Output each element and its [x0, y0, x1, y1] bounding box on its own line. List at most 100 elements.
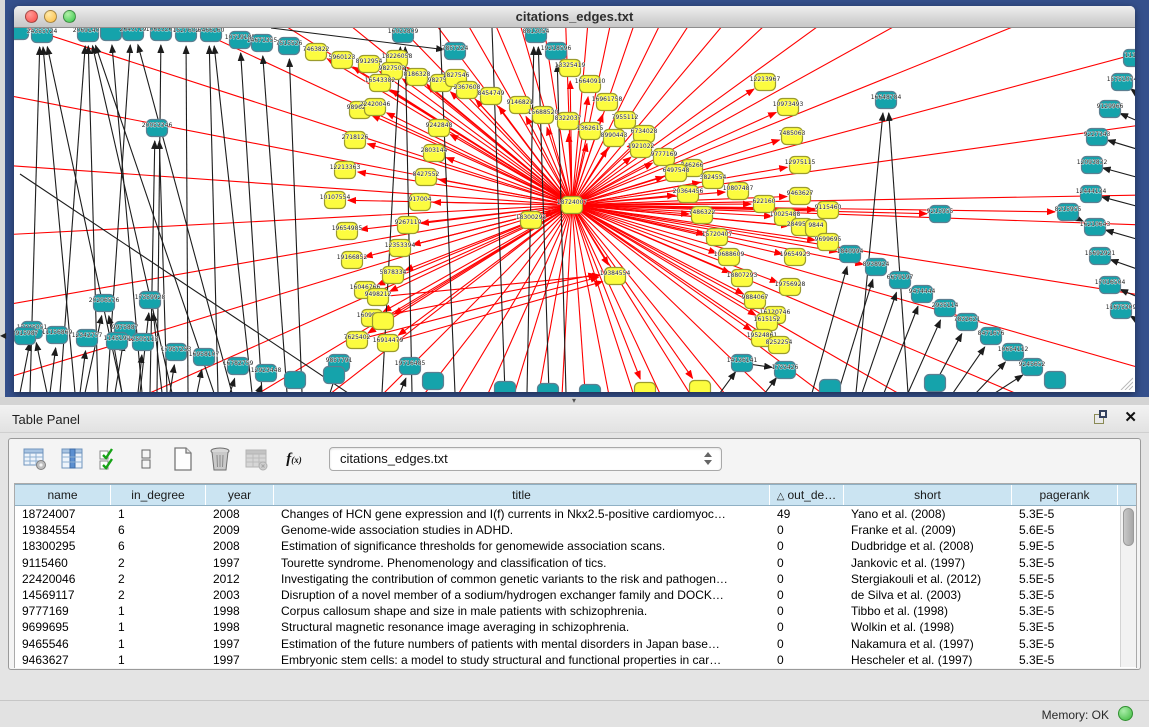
network-file-select[interactable]: citations_edges.txt — [329, 447, 722, 471]
close-panel-icon[interactable]: ✕ — [1124, 410, 1137, 426]
graph-node-label: 2718126 — [342, 134, 369, 141]
graph-node-label: 9463627 — [787, 190, 814, 197]
column-header-in_degree[interactable]: in_degree — [111, 485, 206, 505]
column-header-out_de[interactable]: △out_de… — [770, 485, 844, 505]
graph-edge-black — [1102, 197, 1135, 207]
table-cell: 1 — [111, 636, 206, 652]
table-row[interactable]: 977716911998Corpus callosum shape and si… — [15, 603, 1136, 619]
graph-edge-black — [197, 370, 202, 392]
graph-node[interactable] — [820, 380, 841, 393]
graph-node[interactable] — [538, 384, 559, 393]
table-row[interactable]: 946554611997Estimation of the future num… — [15, 636, 1136, 652]
window-titlebar[interactable]: citations_edges.txt — [14, 6, 1135, 28]
graph-node-label: 20053346 — [142, 122, 173, 129]
table-scrollbar-thumb[interactable] — [1123, 508, 1134, 546]
graph-edge-red — [572, 205, 782, 254]
graph-node-label: 9844 — [808, 222, 823, 229]
graph-node-label: 8813054 — [523, 28, 550, 35]
graph-node-label: 12213363 — [330, 164, 361, 171]
table-scrollbar[interactable] — [1120, 506, 1136, 667]
memory-status-indicator[interactable] — [1118, 706, 1133, 721]
table-row[interactable]: 946362711997Embryonic stem cells: a mode… — [15, 652, 1136, 668]
graph-node[interactable] — [495, 382, 516, 393]
graph-node-label: 19716485 — [395, 360, 426, 367]
table-cell: Nakamura et al. (1997) — [844, 636, 1012, 652]
graph-node[interactable] — [1045, 372, 1066, 389]
table-row[interactable]: 969969511998Structural magnetic resonanc… — [15, 619, 1136, 635]
graph-node[interactable] — [580, 385, 601, 393]
graph-node-label: 16914479 — [373, 337, 404, 344]
graph-edge-black — [209, 46, 218, 392]
panel-splitter[interactable]: ▾ — [0, 397, 1149, 405]
table-cell: 0 — [770, 538, 844, 554]
graph-node-label: 15692921 — [1085, 250, 1116, 257]
sort-ascending-icon: △ — [777, 491, 785, 502]
graph-node-label: 17957253 — [161, 346, 192, 353]
table-cell: Jankovic et al. (1997) — [844, 555, 1012, 571]
select-columns-icon[interactable] — [58, 445, 86, 473]
graph-node-label: 2935114 — [932, 302, 959, 309]
graph-edge-black — [953, 347, 985, 392]
graph-node-label: 6734028 — [631, 128, 658, 135]
graph-node[interactable] — [423, 373, 444, 390]
graph-node[interactable] — [925, 375, 946, 392]
table-row[interactable]: 911546021997Tourette syndrome. Phenomeno… — [15, 555, 1136, 571]
graph-node-label: 622160 — [753, 198, 776, 205]
table-cell: 9463627 — [15, 652, 111, 668]
graph-edge-black — [1120, 113, 1135, 122]
splitter-handle-icon[interactable]: ▾ — [568, 397, 580, 405]
graph-edge-red — [572, 28, 1084, 205]
graph-node[interactable] — [690, 381, 711, 393]
network-desktop: ◀ citations_edges.txt 243557242069140626… — [0, 0, 1149, 397]
row-options-icon[interactable] — [132, 445, 160, 473]
graph-node-label: 15720407 — [702, 231, 733, 238]
graph-node-label: 3915987 — [14, 330, 39, 337]
graph-node-label: 11123 — [1124, 52, 1135, 59]
column-header-year[interactable]: year — [206, 485, 274, 505]
resize-grip-icon[interactable] — [1119, 376, 1133, 390]
table-row[interactable]: 1872400712008Changes of HCN gene express… — [15, 506, 1136, 522]
table-cell: 0 — [770, 555, 844, 571]
collapse-panel-arrow-icon[interactable]: ◀ — [0, 332, 6, 340]
graph-node[interactable] — [101, 28, 122, 41]
show-hide-checklist-icon[interactable] — [95, 445, 123, 473]
table-row[interactable]: 2242004622012Investigating the contribut… — [15, 571, 1136, 587]
graph-node[interactable] — [285, 372, 306, 389]
table-cell: Investigating the contribution of common… — [274, 571, 770, 587]
table-row[interactable]: 1938455462009Genome-wide association stu… — [15, 522, 1136, 538]
graph-node-label: 18300295 — [516, 214, 547, 221]
graph-node-label: 6679197 — [887, 274, 914, 281]
window-title: citations_edges.txt — [14, 9, 1135, 24]
graph-edge-black — [862, 292, 896, 392]
graph-node-label: 9245652 — [1019, 361, 1046, 368]
graph-node-label: 2643719 — [120, 28, 147, 33]
graph-node[interactable] — [373, 313, 394, 330]
function-builder-icon[interactable]: f(x) — [280, 445, 308, 473]
column-header-short[interactable]: short — [844, 485, 1012, 505]
column-header-name[interactable]: name — [15, 485, 111, 505]
status-bar: Memory: OK — [0, 700, 1149, 727]
table-cell: Yano et al. (2008) — [844, 506, 1012, 522]
graph-edge-black — [36, 343, 47, 392]
table-cell: 0 — [770, 619, 844, 635]
graph-node[interactable] — [324, 367, 345, 384]
graph-node-label: 16648784 — [871, 94, 902, 101]
graph-node-label: 12975115 — [785, 159, 816, 166]
new-table-icon[interactable] — [169, 445, 197, 473]
float-panel-icon[interactable] — [1094, 410, 1110, 426]
graph-node-label: 9474444 — [909, 288, 936, 295]
table-row[interactable]: 1456911722003Disruption of a novel membe… — [15, 587, 1136, 603]
table-cell: Tourette syndrome. Phenomenology and cla… — [274, 555, 770, 571]
delete-table-icon[interactable] — [206, 445, 234, 473]
column-header-pagerank[interactable]: pagerank — [1012, 485, 1118, 505]
graph-edge-black — [1103, 168, 1135, 178]
table-row[interactable]: 1830029562008Estimation of significance … — [15, 538, 1136, 554]
network-canvas[interactable]: 2435572420691406264371910653267152760264… — [14, 28, 1135, 392]
table-options-icon[interactable] — [21, 445, 49, 473]
column-header-title[interactable]: title — [274, 485, 770, 505]
table-cell: 9115460 — [15, 555, 111, 571]
table-panel-body: f(x) citations_edges.txt namein_degreeye… — [8, 438, 1141, 670]
table-cell: 0 — [770, 522, 844, 538]
graph-node-label: 9699695 — [815, 236, 842, 243]
graph-node[interactable] — [635, 383, 656, 393]
